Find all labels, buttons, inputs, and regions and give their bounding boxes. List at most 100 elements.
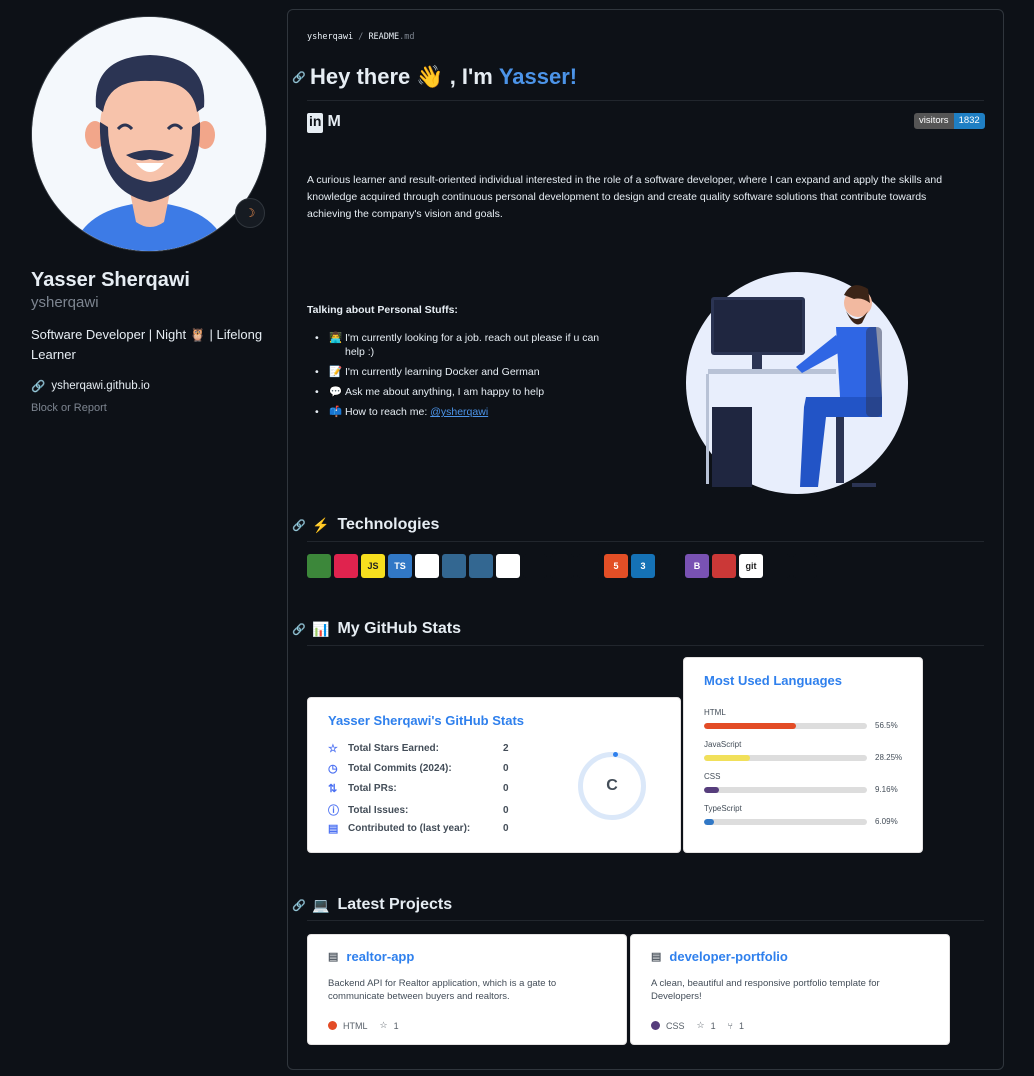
projects-heading: 🔗 💻 Latest Projects — [292, 896, 452, 914]
avatar-illustration — [32, 17, 266, 251]
language-name: HTML — [704, 708, 726, 717]
breadcrumb: ysherqawi / README.md — [307, 32, 415, 42]
anchor-link-icon[interactable]: 🔗 — [292, 899, 306, 912]
sass-icon — [658, 554, 682, 578]
stat-value: 0 — [503, 763, 509, 774]
readme-heading: 🔗 Hey there 👋 , I'm Yasser! — [292, 64, 577, 90]
memo-emoji: 📝 — [329, 366, 343, 378]
technologist-emoji: 👨‍💻 — [329, 332, 343, 344]
link-icon: 🔗 — [31, 381, 46, 393]
graphql-icon — [577, 554, 601, 578]
npm-icon — [712, 554, 736, 578]
star-icon: ☆ — [328, 743, 338, 755]
breadcrumb-file[interactable]: README — [368, 32, 399, 42]
project-title[interactable]: ▤ developer-portfolio — [651, 949, 788, 964]
breadcrumb-ext: .md — [399, 32, 415, 42]
stats-card-title: Yasser Sherqawi's GitHub Stats — [328, 713, 524, 728]
technologies-title: Technologies — [337, 516, 440, 533]
rank-grade: C — [606, 777, 618, 794]
languages-card[interactable]: Most Used Languages HTML 56.5% JavaScript 2… — [683, 657, 923, 853]
profile-website[interactable]: 🔗 ysherqawi.github.io — [31, 379, 271, 393]
rank-progress-tip — [613, 752, 618, 757]
list-item: • 📝 I'm currently learning Docker and Germ… — [315, 366, 540, 378]
personal-list: • 👨‍💻 I'm currently looking for a job. rea… — [315, 331, 615, 425]
git-icon: git — [739, 554, 763, 578]
language-bar-row: 6.09% — [704, 817, 904, 826]
anchor-link-icon[interactable]: 🔗 — [292, 623, 306, 636]
language-bar-track — [704, 786, 867, 793]
issue-icon: ⓘ — [328, 805, 339, 817]
bar-chart-emoji: 📊 — [312, 620, 330, 637]
mailbox-emoji: 📫 — [329, 406, 343, 418]
developer-illustration — [686, 267, 908, 499]
avatar[interactable] — [31, 16, 267, 252]
repo-icon: ▤ — [328, 823, 339, 835]
project-title[interactable]: ▤ realtor-app — [328, 949, 414, 964]
developer-desk-icon — [686, 272, 908, 494]
history-icon: ◷ — [328, 763, 338, 775]
speech-bubble-emoji: 💬 — [329, 386, 343, 398]
heading-prefix: Hey there — [310, 64, 411, 89]
stat-row: ▤ Contributed to (last year): 0 — [328, 822, 509, 835]
github-stats-card[interactable]: Yasser Sherqawi's GitHub Stats ☆ Total St… — [307, 697, 681, 853]
stat-label: Total Stars Earned: — [348, 743, 439, 754]
language-name: JavaScript — [704, 740, 742, 749]
project-card-realtor-app[interactable]: ▤ realtor-app Backend API for Realtor app… — [307, 934, 627, 1045]
stats-divider — [307, 645, 984, 646]
website-label[interactable]: ysherqawi.github.io — [51, 380, 149, 392]
html5-icon: 5 — [604, 554, 628, 578]
language-percent: 56.5% — [875, 721, 898, 730]
project-meta: HTML ☆ 1 — [328, 1020, 399, 1031]
list-item: • 💬 Ask me about anything, I am happy to h… — [315, 386, 545, 398]
stat-value: 0 — [503, 804, 509, 816]
language-bar-track — [704, 722, 867, 729]
project-card-developer-portfolio[interactable]: ▤ developer-portfolio A clean, beautiful … — [630, 934, 950, 1045]
contact-link[interactable]: @ysherqawi — [430, 405, 488, 419]
readme-panel: ysherqawi / README.md 🔗 Hey there 👋 , I'… — [287, 9, 1004, 1070]
anchor-link-icon[interactable]: 🔗 — [292, 519, 306, 532]
language-bar-fill — [704, 786, 719, 793]
star-icon: ☆ — [696, 1020, 705, 1030]
stat-value: 0 — [503, 823, 509, 834]
block-report-link[interactable]: Block or Report — [31, 402, 271, 414]
list-item-text: How to reach me: — [345, 406, 428, 418]
avatar-wrap: ☽ — [31, 16, 267, 252]
linkedin-icon[interactable]: in — [307, 113, 324, 133]
bootstrap-icon: B — [685, 554, 709, 578]
moon-icon[interactable]: ☽ — [235, 198, 265, 228]
projects-title: Latest Projects — [337, 896, 453, 913]
language-item: CSS 9.16% — [704, 772, 904, 794]
project-name[interactable]: realtor-app — [346, 949, 414, 964]
repo-icon: ▤ — [328, 951, 339, 963]
language-percent: 6.09% — [875, 817, 898, 826]
mysql-icon — [496, 554, 520, 578]
stat-row: ⓘ Total Issues: 0 — [328, 802, 509, 818]
language-percent: 9.16% — [875, 785, 898, 794]
social-links: in M — [307, 113, 341, 133]
project-stars: 1 — [710, 1020, 716, 1031]
database-icon — [442, 554, 466, 578]
project-forks: 1 — [739, 1020, 745, 1031]
technologies-heading: 🔗 ⚡ Technologies — [292, 516, 439, 534]
stats-heading: 🔗 📊 My GitHub Stats — [292, 620, 461, 638]
language-bar-track — [704, 818, 867, 825]
language-bar-row: 28.25% — [704, 753, 904, 762]
stat-label: Total Issues: — [348, 804, 409, 816]
project-name[interactable]: developer-portfolio — [669, 949, 787, 964]
javascript-icon: JS — [361, 554, 385, 578]
visitors-badge-label: visitors — [914, 113, 954, 129]
breadcrumb-user[interactable]: ysherqawi — [307, 32, 353, 42]
anchor-link-icon[interactable]: 🔗 — [292, 71, 306, 84]
technologies-divider — [307, 541, 984, 542]
project-stars: 1 — [393, 1020, 399, 1031]
language-name: CSS — [704, 772, 721, 781]
star-icon: ☆ — [379, 1020, 388, 1030]
wave-emoji: 👋 — [416, 64, 444, 89]
heading-mid: , I'm — [449, 64, 493, 89]
list-item-text: I'm currently looking for a job. reach o… — [345, 332, 600, 358]
medium-icon[interactable]: M — [327, 113, 340, 133]
laptop-emoji: 💻 — [312, 896, 330, 913]
language-bar-row: 56.5% — [704, 721, 904, 730]
stat-label: Total Commits (2024): — [348, 763, 452, 774]
pull-request-icon: ⇅ — [328, 783, 338, 795]
